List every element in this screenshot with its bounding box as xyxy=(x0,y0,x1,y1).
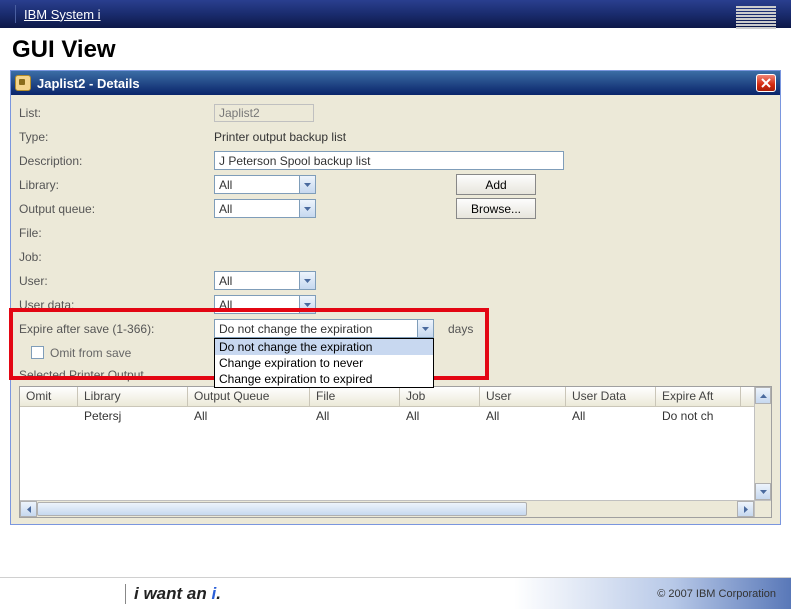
td-user-data: All xyxy=(566,407,656,425)
scroll-track-h[interactable] xyxy=(37,501,737,517)
output-queue-input[interactable] xyxy=(214,199,299,218)
table-row[interactable]: Petersj All All All All All Do not ch xyxy=(20,407,771,425)
th-job[interactable]: Job xyxy=(400,387,480,406)
window-title: Japlist2 - Details xyxy=(37,76,140,91)
scroll-track-v[interactable] xyxy=(755,404,771,483)
form-area: List: Japlist2 Type: Printer output back… xyxy=(11,95,780,524)
user-data-combo[interactable] xyxy=(214,295,316,314)
slogan-post: . xyxy=(216,584,221,603)
days-label: days xyxy=(448,322,473,336)
expire-option-0[interactable]: Do not change the expiration xyxy=(215,339,433,355)
footer: i want an i. © 2007 IBM Corporation xyxy=(0,577,791,609)
th-omit[interactable]: Omit xyxy=(20,387,78,406)
chevron-down-icon xyxy=(304,303,311,307)
list-value: Japlist2 xyxy=(214,104,314,122)
scroll-up-button[interactable] xyxy=(755,387,771,404)
chevron-up-icon xyxy=(760,394,767,398)
expire-option-1[interactable]: Change expiration to never xyxy=(215,355,433,371)
td-file: All xyxy=(310,407,400,425)
list-label: List: xyxy=(19,106,214,120)
chevron-left-icon xyxy=(27,506,31,513)
product-name: IBM System i xyxy=(24,7,101,22)
user-data-dropdown-button[interactable] xyxy=(299,295,316,314)
horizontal-scrollbar[interactable] xyxy=(20,500,754,517)
expire-combo[interactable]: Do not change the expiration Change expi… xyxy=(214,319,436,338)
page-title: GUI View xyxy=(12,36,791,64)
footer-separator xyxy=(125,584,126,604)
th-user-data[interactable]: User Data xyxy=(566,387,656,406)
details-window: Japlist2 - Details List: Japlist2 Type: … xyxy=(10,70,781,525)
user-data-label: User data: xyxy=(19,298,214,312)
library-dropdown-button[interactable] xyxy=(299,175,316,194)
description-input[interactable] xyxy=(214,151,564,170)
chevron-right-icon xyxy=(744,506,748,513)
type-label: Type: xyxy=(19,130,214,144)
close-icon xyxy=(761,78,771,88)
td-job: All xyxy=(400,407,480,425)
expire-option-2[interactable]: Change expiration to expired xyxy=(215,371,433,387)
type-value: Printer output backup list xyxy=(214,130,346,144)
th-user[interactable]: User xyxy=(480,387,566,406)
chevron-down-icon xyxy=(304,279,311,283)
vertical-scrollbar[interactable] xyxy=(754,387,771,500)
th-output-queue[interactable]: Output Queue xyxy=(188,387,310,406)
footer-slogan: i want an i. xyxy=(134,584,221,604)
th-library[interactable]: Library xyxy=(78,387,188,406)
td-output-queue: All xyxy=(188,407,310,425)
title-bar[interactable]: Japlist2 - Details xyxy=(11,71,780,95)
user-label: User: xyxy=(19,274,214,288)
omit-checkbox-wrap[interactable]: Omit from save xyxy=(31,346,131,360)
output-queue-dropdown-button[interactable] xyxy=(299,199,316,218)
chevron-down-icon xyxy=(760,490,767,494)
expire-dropdown-list[interactable]: Do not change the expiration Change expi… xyxy=(214,338,434,388)
expire-input[interactable] xyxy=(214,319,417,338)
expire-dropdown-button[interactable] xyxy=(417,319,434,338)
user-dropdown-button[interactable] xyxy=(299,271,316,290)
output-queue-label: Output queue: xyxy=(19,202,214,216)
td-expire: Do not ch xyxy=(656,407,741,425)
output-queue-combo[interactable] xyxy=(214,199,316,218)
scroll-down-button[interactable] xyxy=(755,483,771,500)
expire-label: Expire after save (1-366): xyxy=(19,322,214,336)
header-separator xyxy=(15,5,16,23)
scroll-left-button[interactable] xyxy=(20,501,37,517)
td-library: Petersj xyxy=(78,407,188,425)
td-omit xyxy=(20,407,78,425)
user-combo[interactable] xyxy=(214,271,316,290)
header-bar: IBM System i xyxy=(0,0,791,28)
scroll-corner xyxy=(754,500,771,517)
add-button[interactable]: Add xyxy=(456,174,536,195)
chevron-down-icon xyxy=(304,207,311,211)
file-label: File: xyxy=(19,226,214,240)
scroll-thumb[interactable] xyxy=(37,502,527,516)
scroll-right-button[interactable] xyxy=(737,501,754,517)
library-combo[interactable] xyxy=(214,175,316,194)
chevron-down-icon xyxy=(422,327,429,331)
user-data-input[interactable] xyxy=(214,295,299,314)
output-table: Omit Library Output Queue File Job User … xyxy=(19,386,772,518)
chevron-down-icon xyxy=(304,183,311,187)
footer-copyright: © 2007 IBM Corporation xyxy=(657,588,776,600)
browse-button[interactable]: Browse... xyxy=(456,198,536,219)
th-expire[interactable]: Expire Aft xyxy=(656,387,741,406)
slogan-pre: i want an xyxy=(134,584,211,603)
library-input[interactable] xyxy=(214,175,299,194)
omit-label: Omit from save xyxy=(50,346,131,360)
ibm-logo xyxy=(736,6,776,29)
description-label: Description: xyxy=(19,154,214,168)
omit-checkbox[interactable] xyxy=(31,346,44,359)
td-user: All xyxy=(480,407,566,425)
window-icon xyxy=(15,75,31,91)
user-input[interactable] xyxy=(214,271,299,290)
job-label: Job: xyxy=(19,250,214,264)
close-button[interactable] xyxy=(756,74,776,92)
library-label: Library: xyxy=(19,178,214,192)
th-file[interactable]: File xyxy=(310,387,400,406)
table-header: Omit Library Output Queue File Job User … xyxy=(20,387,771,407)
